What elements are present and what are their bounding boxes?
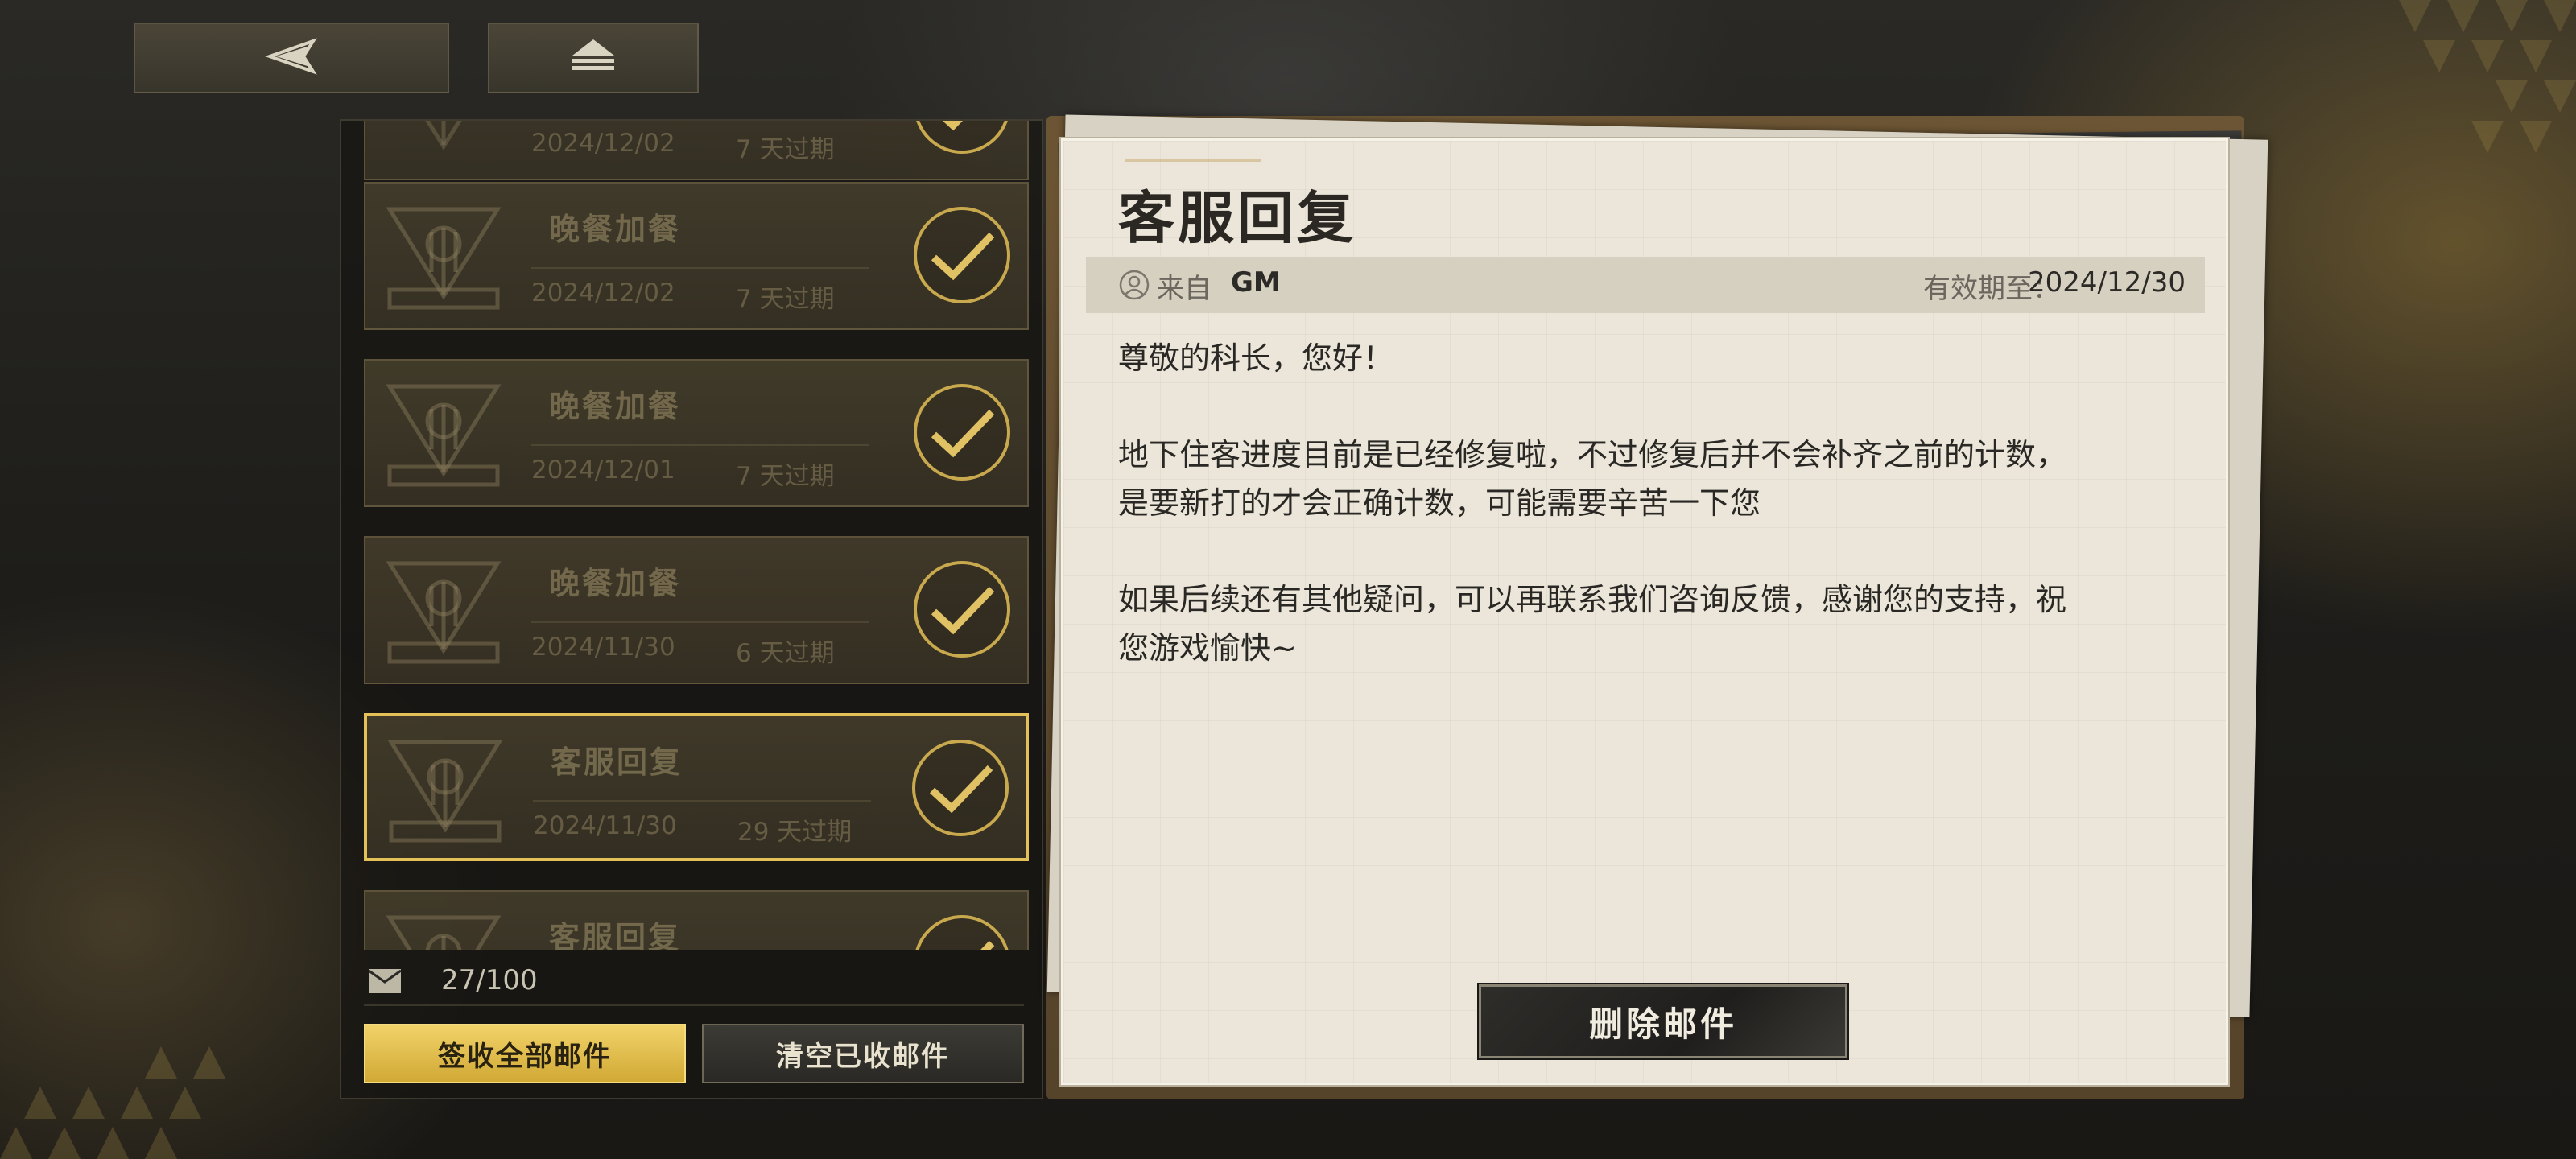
- mail-body: 尊敬的科长，您好！ 地下住客进度目前是已经修复啦，不过修复后并不会补齐之前的计数…: [1118, 334, 2197, 720]
- back-button[interactable]: [134, 23, 449, 93]
- mail-item[interactable]: 客服回复: [364, 890, 1029, 950]
- claimed-check-icon: [916, 121, 1008, 154]
- divider: [533, 800, 871, 802]
- valid-until-date: 2024/12/30: [2028, 266, 2186, 299]
- divider: [364, 1004, 1024, 1006]
- paper-decoration: [1125, 159, 1261, 162]
- home-icon: [568, 36, 619, 80]
- mail-count-row: 27/100: [364, 958, 1024, 1006]
- home-button[interactable]: [488, 23, 699, 93]
- mail-title: 晚餐加餐: [549, 211, 682, 247]
- mail-title: 晚餐加餐: [549, 565, 682, 601]
- divider: [531, 267, 869, 269]
- mail-expiry: 7 天过期: [736, 135, 835, 164]
- mail-expiry: 6 天过期: [736, 639, 835, 668]
- mail-body-paragraph: 尊敬的科长，您好！: [1118, 340, 1394, 376]
- background-triangle-pattern-right: [2399, 0, 2576, 153]
- mail-expiry: 7 天过期: [736, 285, 835, 314]
- mail-date: 2024/12/02: [531, 129, 675, 158]
- mail-title: 客服回复: [549, 919, 682, 950]
- mail-date: 2024/11/30: [531, 633, 675, 662]
- back-arrow-icon: [263, 36, 320, 80]
- mail-item[interactable]: 晚餐加餐 2024/12/01 7 天过期: [364, 359, 1029, 507]
- mail-item[interactable]: 晚餐加餐 2024/11/30 6 天过期: [364, 536, 1029, 684]
- mail-date: 2024/12/01: [531, 456, 675, 485]
- mail-list[interactable]: 2024/12/02 7 天过期 晚餐加餐 2024/12/02 7 天过期 晚…: [341, 121, 1045, 950]
- mail-item[interactable]: 2024/12/02 7 天过期: [364, 121, 1029, 180]
- mail-item[interactable]: 晚餐加餐 2024/12/02 7 天过期: [364, 182, 1029, 330]
- envelope-icon: [368, 969, 402, 993]
- mail-info-bar: 来自 GM 有效期至： 2024/12/30: [1086, 257, 2205, 313]
- mail-emblem-icon: [425, 121, 462, 151]
- claimed-check-icon: [912, 740, 1009, 836]
- divider: [531, 621, 869, 623]
- claimed-check-icon: [914, 207, 1010, 303]
- mail-list-panel: 2024/12/02 7 天过期 晚餐加餐 2024/12/02 7 天过期 晚…: [340, 119, 1043, 1099]
- mail-date: 2024/11/30: [533, 811, 677, 840]
- mail-detail-paper: 客服回复 来自 GM 有效期至： 2024/12/30 尊敬的科长，您好！ 地下…: [1059, 137, 2230, 1087]
- mail-count: 27/100: [441, 964, 538, 996]
- claimed-check-icon: [914, 384, 1010, 481]
- mail-item-selected[interactable]: 客服回复 2024/11/30 29 天过期: [364, 713, 1029, 861]
- mail-emblem-icon: [386, 207, 502, 310]
- sender-name: GM: [1231, 266, 1281, 299]
- delete-mail-button[interactable]: 删除邮件: [1477, 983, 1849, 1060]
- claim-all-button[interactable]: 签收全部邮件: [364, 1024, 686, 1083]
- mail-emblem-icon: [387, 740, 503, 843]
- divider: [531, 444, 869, 446]
- mail-body-paragraph: 地下住客进度目前是已经修复啦，不过修复后并不会补齐之前的计数， 是要新打的才会正…: [1118, 437, 2067, 521]
- mail-date: 2024/12/02: [531, 278, 675, 307]
- claimed-check-icon: [915, 915, 1009, 950]
- mail-expiry: 7 天过期: [736, 462, 835, 491]
- mail-emblem-icon: [386, 915, 502, 950]
- mail-emblem-icon: [386, 561, 502, 664]
- claimed-check-icon: [914, 561, 1010, 658]
- mail-detail-title: 客服回复: [1118, 184, 1356, 251]
- user-icon: [1119, 270, 1150, 300]
- mail-emblem-icon: [386, 384, 502, 487]
- sender-label: 来自: [1157, 273, 1212, 305]
- mail-expiry: 29 天过期: [737, 818, 852, 847]
- background-triangle-pattern-left: [0, 1046, 225, 1159]
- mail-title: 客服回复: [551, 744, 683, 780]
- mail-body-paragraph: 如果后续还有其他疑问，可以再联系我们咨询反馈，感谢您的支持，祝 您游戏愉快~: [1118, 582, 2067, 666]
- clear-received-button[interactable]: 清空已收邮件: [702, 1024, 1024, 1083]
- mail-title: 晚餐加餐: [549, 388, 682, 424]
